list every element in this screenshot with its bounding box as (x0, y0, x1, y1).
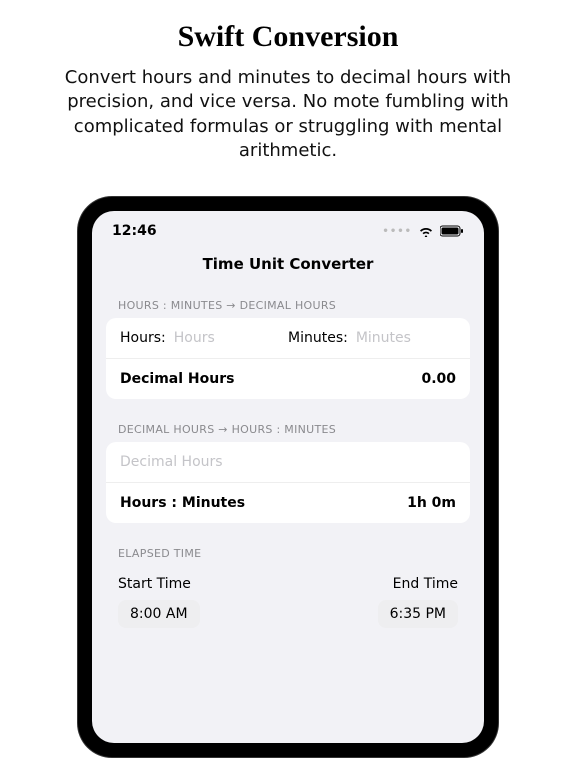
end-time-label: End Time (393, 576, 458, 592)
section2-header: DECIMAL HOURS → HOURS : MINUTES (92, 413, 484, 442)
minutes-label: Minutes: (288, 330, 348, 346)
hours-minutes-value: 1h 0m (407, 495, 456, 511)
minutes-input[interactable]: Minutes (356, 330, 411, 346)
device-screen: 12:46 •••• Time Unit Converter HOURS : M… (92, 211, 484, 743)
decimal-hours-value: 0.00 (421, 371, 456, 387)
section2-card: Decimal Hours Hours : Minutes 1h 0m (106, 442, 470, 523)
app-title: Time Unit Converter (92, 245, 484, 289)
section3-header: ELAPSED TIME (92, 537, 484, 566)
hours-input[interactable]: Hours (174, 330, 215, 346)
decimal-hours-input[interactable]: Decimal Hours (120, 454, 223, 470)
marketing-subtitle: Convert hours and minutes to decimal hou… (30, 66, 546, 163)
marketing-title: Swift Conversion (30, 20, 546, 54)
end-time-picker[interactable]: 6:35 PM (378, 600, 458, 628)
start-time-picker[interactable]: 8:00 AM (118, 600, 200, 628)
section1-card: Hours: Hours Minutes: Minutes Decimal Ho… (106, 318, 470, 399)
start-time-label: Start Time (118, 576, 200, 592)
hours-minutes-label: Hours : Minutes (120, 495, 245, 511)
battery-icon (440, 225, 464, 237)
device-frame: 12:46 •••• Time Unit Converter HOURS : M… (78, 197, 498, 757)
hours-label: Hours: (120, 330, 166, 346)
decimal-hours-label: Decimal Hours (120, 371, 234, 387)
wifi-icon (418, 225, 434, 237)
cellular-icon: •••• (382, 226, 412, 237)
status-bar: 12:46 •••• (92, 211, 484, 245)
status-time: 12:46 (112, 223, 157, 239)
section1-header: HOURS : MINUTES → DECIMAL HOURS (92, 289, 484, 318)
